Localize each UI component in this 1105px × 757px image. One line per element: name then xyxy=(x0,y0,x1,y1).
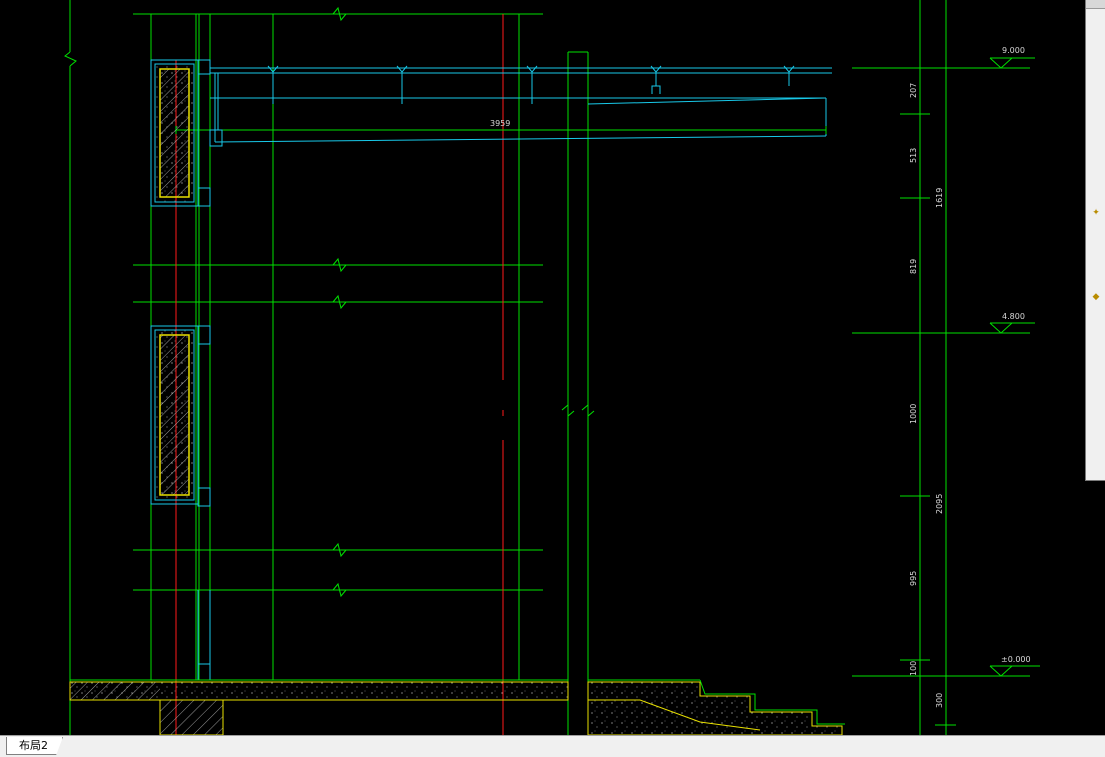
ground-slab xyxy=(69,679,845,735)
central-column xyxy=(561,51,595,735)
properties-palette[interactable]: ✦ ◆ xyxy=(1085,0,1105,481)
beam-span-label: 3959 xyxy=(490,119,510,128)
palette-title-strip[interactable] xyxy=(1086,0,1105,9)
dimension-label: 1000 xyxy=(909,404,918,424)
cad-drawing-canvas[interactable]: 3959 9.000 4.800 ±0.000 207 513 819 1000… xyxy=(0,0,1105,735)
dimension-label: 995 xyxy=(909,571,918,586)
dimension-label: 819 xyxy=(909,259,918,274)
axis-lines-red xyxy=(175,14,504,735)
dimension-label: 2095 xyxy=(935,494,944,514)
elevation-label-ground: ±0.000 xyxy=(1001,655,1031,664)
palette-diamond-icon[interactable]: ◆ xyxy=(1091,292,1101,302)
dimension-label: 300 xyxy=(935,693,944,708)
elevation-label-top: 9.000 xyxy=(1002,46,1025,55)
left-boundary-line xyxy=(64,0,77,735)
dimension-label: 100 xyxy=(909,661,918,676)
dimension-label: 1619 xyxy=(935,188,944,208)
base-mullion xyxy=(197,590,211,681)
vertical-structure-lines xyxy=(150,14,520,680)
upper-wall-panel xyxy=(150,59,223,207)
palette-grip-icon[interactable]: ✦ xyxy=(1091,208,1101,218)
dimension-label: 513 xyxy=(909,148,918,163)
canopy-beam xyxy=(210,67,832,143)
dimension-chain xyxy=(852,0,1030,735)
level-markers xyxy=(989,57,1040,677)
elevation-label-middle: 4.800 xyxy=(1002,312,1025,321)
layout-tab-bar: 布局2 xyxy=(0,735,1105,757)
dimension-label: 207 xyxy=(909,83,918,98)
lower-wall-panel xyxy=(150,325,211,507)
tab-layout2[interactable]: 布局2 xyxy=(6,737,63,755)
